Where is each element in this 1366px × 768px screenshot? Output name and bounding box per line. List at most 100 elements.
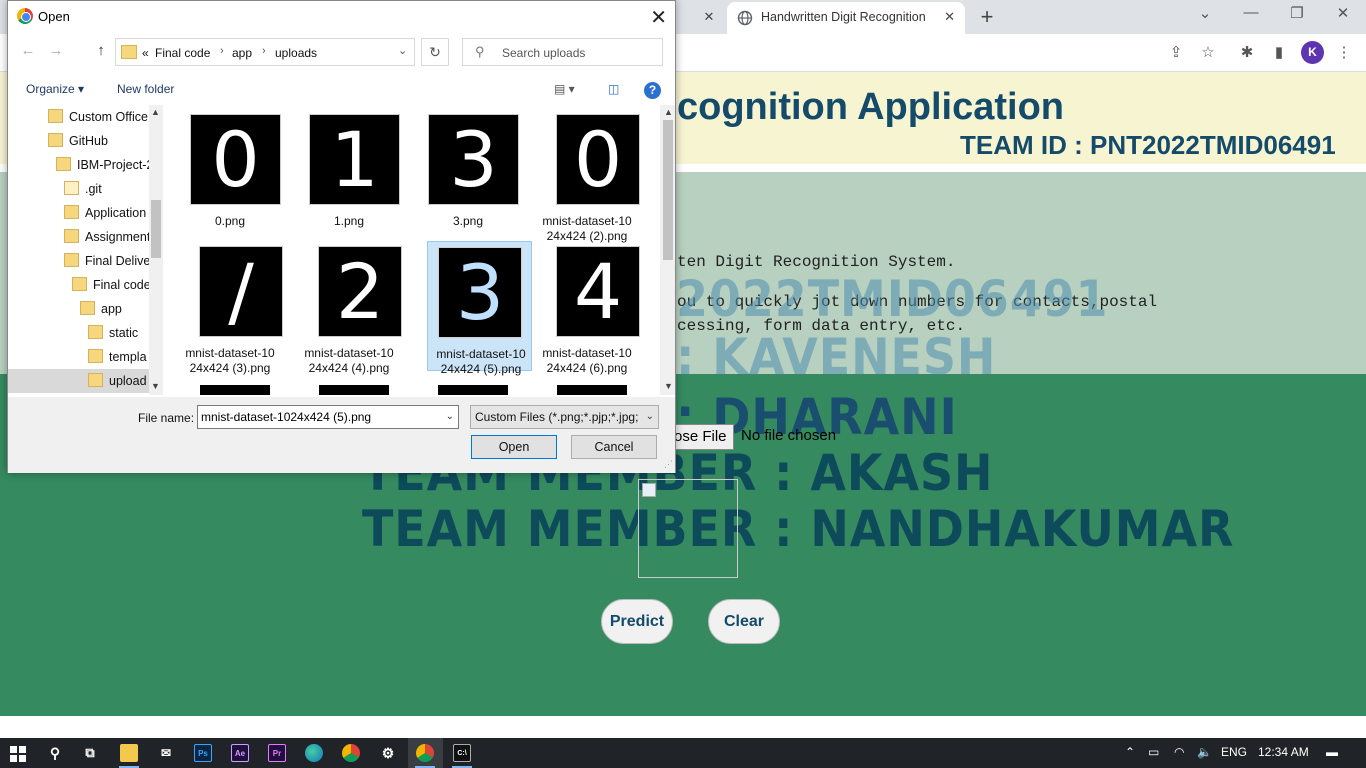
chevron-down-icon[interactable]: ⌄: [446, 406, 454, 428]
search-icon: ⚲: [475, 44, 485, 59]
folder-icon: [88, 325, 103, 339]
terminal-icon[interactable]: C:\: [453, 744, 471, 762]
file-name-input[interactable]: mnist-dataset-1024x424 (5).png ⌄: [197, 405, 459, 429]
file-item[interactable]: 1 1.png: [296, 109, 402, 239]
battery-icon[interactable]: ▭: [1148, 745, 1159, 759]
tab-search-icon[interactable]: ⌄: [1190, 4, 1220, 22]
organize-menu[interactable]: Organize ▾: [26, 82, 84, 96]
choose-file-button[interactable]: ose File: [672, 424, 734, 450]
chevron-up-icon[interactable]: ⌃: [1125, 745, 1135, 759]
dialog-nav-row: ← → ↑ « Final code › app › uploads ⌄ ↻ ⚲…: [8, 36, 675, 68]
tree-item[interactable]: Final code: [72, 273, 151, 297]
tree-scrollbar[interactable]: ▲ ▼: [149, 105, 163, 395]
settings-gear-icon[interactable]: ⚙: [379, 744, 397, 762]
tree-item[interactable]: Assignment: [64, 225, 150, 249]
predict-button[interactable]: Predict: [601, 599, 673, 644]
close-tab-icon[interactable]: ✕: [944, 9, 955, 25]
file-item[interactable]: / mnist-dataset-10 24x424 (3).png: [177, 241, 283, 375]
broken-image-icon: [642, 483, 656, 497]
tree-item[interactable]: templa: [88, 345, 147, 369]
scroll-up-icon[interactable]: ▲: [664, 107, 673, 117]
help-icon[interactable]: ?: [644, 82, 661, 99]
back-arrow-icon[interactable]: ←: [18, 42, 38, 59]
tree-item[interactable]: static: [88, 321, 138, 345]
tab-active[interactable]: Handwritten Digit Recognition ✕: [727, 2, 965, 34]
folder-icon: [64, 205, 79, 219]
photoshop-icon[interactable]: Ps: [194, 744, 212, 762]
tree-item[interactable]: Application: [64, 201, 146, 225]
file-grid-scrollbar[interactable]: ▲ ▼: [660, 105, 675, 395]
close-window-button[interactable]: ✕: [1328, 4, 1358, 22]
language-indicator[interactable]: ENG: [1221, 745, 1247, 759]
overlay-text: : KAVENESH: [676, 328, 997, 386]
scroll-down-icon[interactable]: ▼: [151, 381, 160, 391]
restore-button[interactable]: ❐: [1282, 4, 1312, 22]
tree-item[interactable]: IBM-Project-2: [56, 153, 153, 177]
volume-icon[interactable]: 🔈: [1197, 745, 1212, 759]
extensions-icon[interactable]: ✱: [1236, 42, 1258, 64]
tree-item[interactable]: Custom Office: [48, 105, 148, 129]
minimize-button[interactable]: —: [1236, 4, 1266, 21]
preview-pane-icon[interactable]: ◫: [608, 82, 619, 96]
open-button[interactable]: Open: [471, 435, 557, 459]
file-type-select[interactable]: Custom Files (*.png;*.pjp;*.jpg; ⌄: [470, 405, 659, 429]
breadcrumb-uploads[interactable]: uploads: [275, 46, 317, 60]
tree-item[interactable]: app: [80, 297, 122, 321]
command-bar: Organize ▾ New folder ▤ ▾ ◫ ?: [8, 77, 675, 103]
dialog-close-button[interactable]: ✕: [650, 5, 667, 30]
tree-item[interactable]: Final Deliver: [64, 249, 154, 273]
scroll-up-icon[interactable]: ▲: [151, 107, 160, 117]
scroll-down-icon[interactable]: ▼: [664, 381, 673, 391]
address-bar[interactable]: « Final code › app › uploads ⌄: [115, 38, 415, 66]
folder-icon: [72, 277, 87, 291]
chrome-icon[interactable]: [342, 744, 360, 762]
file-item-selected[interactable]: 3 mnist-dataset-10 24x424 (5).png: [427, 241, 532, 376]
resize-grip-icon[interactable]: ⋰: [664, 459, 673, 470]
clock[interactable]: 12:34 AM: [1258, 745, 1309, 759]
breadcrumb-overflow[interactable]: «: [142, 46, 149, 60]
mail-icon[interactable]: ✉: [157, 744, 175, 762]
edge-icon[interactable]: [305, 744, 323, 762]
file-item[interactable]: 4 mnist-dataset-10 24x424 (6).png: [534, 241, 640, 375]
file-item[interactable]: 0 mnist-dataset-10 24x424 (2).png: [534, 109, 640, 243]
scrollbar-thumb[interactable]: [151, 200, 161, 258]
windows-start-icon[interactable]: [10, 746, 26, 762]
avatar[interactable]: K: [1301, 41, 1324, 64]
file-item[interactable]: 0 0.png: [177, 109, 283, 239]
bookmark-star-icon[interactable]: ☆: [1197, 42, 1219, 64]
scrollbar-thumb[interactable]: [663, 120, 673, 260]
new-tab-button[interactable]: +: [976, 4, 998, 30]
menu-kebab-icon[interactable]: ⋮: [1333, 42, 1355, 64]
wifi-icon[interactable]: ◠: [1174, 745, 1184, 759]
image-thumbnail: 1: [309, 114, 400, 205]
after-effects-icon[interactable]: Ae: [231, 744, 249, 762]
search-input[interactable]: ⚲ Search uploads: [462, 38, 663, 66]
tree-item[interactable]: .git: [64, 177, 102, 201]
side-panel-icon[interactable]: ▮: [1268, 42, 1290, 64]
cancel-button[interactable]: Cancel: [571, 435, 657, 459]
task-view-icon[interactable]: ⧉: [81, 744, 99, 762]
premiere-icon[interactable]: Pr: [268, 744, 286, 762]
overlay-text: TEAM MEMBER : NANDHAKUMAR: [362, 500, 1235, 558]
breadcrumb-app[interactable]: app: [232, 46, 252, 60]
up-arrow-icon[interactable]: ↑: [91, 42, 111, 59]
file-explorer-icon[interactable]: [120, 744, 138, 762]
forward-arrow-icon[interactable]: →: [46, 42, 66, 59]
view-options-icon[interactable]: ▤ ▾: [554, 82, 575, 96]
page-title: cognition Application: [677, 86, 1064, 128]
close-tab-icon[interactable]: ✕: [700, 8, 718, 26]
tree-item-selected[interactable]: upload: [8, 369, 163, 393]
new-folder-button[interactable]: New folder: [117, 82, 174, 96]
tree-item[interactable]: GitHub: [48, 129, 108, 153]
clear-button[interactable]: Clear: [708, 599, 780, 644]
chevron-down-icon[interactable]: ⌄: [398, 44, 407, 57]
share-icon[interactable]: ⇪: [1165, 42, 1187, 64]
file-item[interactable]: 2 mnist-dataset-10 24x424 (4).png: [296, 241, 402, 375]
file-name: mnist-dataset-10 24x424 (5).png: [436, 347, 526, 376]
chrome-icon[interactable]: [416, 744, 434, 762]
file-item[interactable]: 3 3.png: [415, 109, 521, 239]
refresh-button[interactable]: ↻: [421, 38, 449, 66]
search-icon[interactable]: ⚲: [46, 744, 64, 762]
notifications-icon[interactable]: ▬: [1326, 745, 1338, 759]
breadcrumb-final-code[interactable]: Final code: [155, 46, 210, 60]
